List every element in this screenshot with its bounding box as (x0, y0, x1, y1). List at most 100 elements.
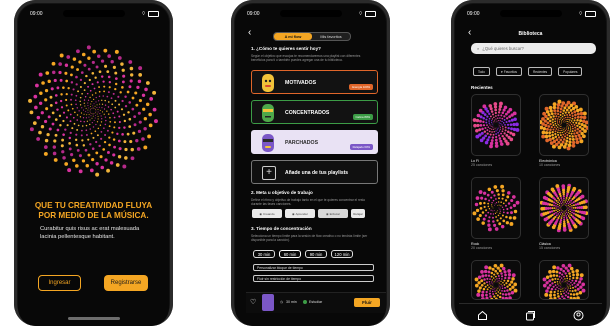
filter-todo[interactable]: Todo (473, 67, 490, 76)
home-icon[interactable] (477, 309, 489, 321)
filter-chips: Todo ♥ Favoritos Recientes Populares (473, 67, 583, 76)
parchado-face-icon (262, 134, 274, 152)
mood-parchados[interactable]: PARCHADOS Relajado 60% (251, 130, 378, 154)
welcome-screen: 09:00 ⌔ QUE TU CREATIVIDAD FLUYA POR MED… (18, 4, 169, 326)
battery-icon (585, 11, 596, 17)
mood-label: MOTIVADOS (285, 80, 317, 86)
time-option[interactable]: 30 min (253, 250, 275, 258)
profile-icon[interactable] (572, 309, 584, 321)
playlist-card-rock[interactable] (471, 177, 521, 239)
mood-label: PARCHADOS (285, 140, 319, 146)
wifi-icon: ⌔ (358, 11, 363, 17)
library-screen: 09:00 ⌔ ‹ Biblioteca ⌕ ¿Qué quieres busc… (455, 4, 606, 326)
card-count: 10 canciones (539, 163, 561, 168)
bottom-tab-bar (459, 303, 602, 326)
status-bar: 09:00 ⌔ (467, 10, 596, 18)
goal-chip-icon: ◉ (292, 211, 295, 216)
status-time: 09:00 (467, 11, 480, 17)
filter-populares[interactable]: Populares (558, 67, 583, 76)
clock-icon: ◷ (280, 300, 284, 304)
playlist-card[interactable] (539, 260, 589, 300)
time-options: 30 min 60 min 90 min 120 min (253, 250, 353, 258)
playlist-card-clasica[interactable] (539, 177, 589, 239)
electronica-artwork (540, 99, 588, 151)
status-bar: 09:00 ⌔ (30, 10, 159, 18)
goal-chip-label: Aprender (295, 211, 308, 216)
plus-icon: + (262, 166, 276, 180)
search-input[interactable]: ⌕ ¿Qué quieres buscar? (471, 43, 596, 54)
custom-time-input[interactable]: Personalizar bloque de tiempo (253, 264, 374, 271)
filter-favoritos[interactable]: ♥ Favoritos (495, 67, 522, 76)
tab-mi-flow[interactable]: A mi flow (274, 33, 312, 40)
question-2: 2. Meta u objetivo de trabajo (251, 190, 313, 195)
login-button[interactable]: Ingresar (38, 275, 81, 291)
time-option[interactable]: 120 min (331, 250, 353, 258)
playlist-card-lofi[interactable] (471, 94, 521, 156)
card-caption: Rock 20 canciones (471, 242, 492, 251)
add-playlist-label: Añade una de tus playlists (285, 170, 349, 176)
goal-chip-label: Relajar (353, 211, 363, 216)
heart-icon[interactable]: ♡ (250, 298, 256, 306)
card-caption: Clásica 15 canciones (539, 242, 560, 251)
wifi-icon: ⌔ (578, 11, 583, 17)
fluir-button[interactable]: Fluir (354, 298, 380, 307)
search-placeholder: ¿Qué quieres buscar? (482, 46, 524, 51)
goal-chip[interactable]: ◉ Aprender (285, 209, 315, 218)
playlist-card-electronica[interactable] (539, 94, 589, 156)
goal-chip-label: Enfocar (329, 211, 340, 216)
state-dot (303, 300, 307, 304)
filter-label: Favoritos (503, 69, 517, 74)
phone-flow: 09:00 ⌔ ‹ A mi flow Mis favoritos 1. ¿Có… (231, 0, 390, 326)
status-time: 09:00 (247, 11, 260, 17)
mood-concentrados[interactable]: CONCENTRADOS Calma 80% (251, 100, 378, 124)
player-artwork (262, 294, 274, 311)
playlist-artwork (542, 263, 586, 299)
mini-player[interactable]: ♡ ◷ 30 min Estudiar Fluir (246, 292, 386, 313)
playlist-card[interactable] (471, 260, 521, 300)
question-1: 1. ¿Cómo te quieres sentir hoy? (251, 46, 321, 51)
question-3: 3. Tiempo de concentración (251, 226, 312, 231)
phone-welcome: 09:00 ⌔ QUE TU CREATIVIDAD FLUYA POR MED… (14, 0, 173, 326)
flow-toggle[interactable]: A mi flow Mis favoritos (273, 32, 351, 41)
flow-screen: 09:00 ⌔ ‹ A mi flow Mis favoritos 1. ¿Có… (235, 4, 386, 326)
playlist-artwork (474, 263, 518, 299)
library-title: Biblioteca (518, 31, 543, 37)
mood-label: CONCENTRADOS (285, 110, 330, 116)
status-time: 09:00 (30, 11, 43, 17)
battery-icon (365, 11, 376, 17)
concentrado-face-icon (262, 104, 274, 122)
welcome-body: Curabitur quis risus ac erat malesuada l… (40, 226, 140, 240)
motivado-face-icon (262, 74, 274, 92)
goal-chips: ◉ Creando ◉ Aprender ◉ Enfocar Relajar (252, 209, 365, 218)
card-count: 25 canciones (471, 163, 493, 168)
question-3-desc: Selecciona un tiempo límite para la sesi… (251, 234, 368, 243)
time-option-selected[interactable]: 60 min (279, 250, 301, 258)
home-indicator (67, 317, 120, 320)
card-caption: Electrónica 10 canciones (539, 159, 560, 168)
player-state: Estudiar (309, 300, 323, 304)
add-playlist-card[interactable]: + Añade una de tus playlists (251, 160, 378, 184)
back-arrow-icon[interactable]: ‹ (248, 28, 251, 38)
filter-recientes[interactable]: Recientes (527, 67, 553, 76)
phone-library: 09:00 ⌔ ‹ Biblioteca ⌕ ¿Qué quieres busc… (451, 0, 610, 326)
section-title: Recientes (471, 85, 493, 90)
mood-tag: Calma 80% (352, 114, 373, 120)
mood-tag: Energía 100% (349, 84, 373, 90)
search-icon: ⌕ (477, 46, 480, 51)
question-2-desc: Define el ritmo y objetivo de trabajo ta… (251, 198, 366, 207)
goal-chip-icon: ◉ (326, 211, 329, 216)
library-icon[interactable] (524, 309, 536, 321)
goal-chip[interactable]: Relajar (351, 209, 365, 218)
battery-icon (148, 11, 159, 17)
goal-chip[interactable]: ◉ Enfocar (318, 209, 348, 218)
mood-motivados[interactable]: MOTIVADOS Energía 100% (251, 70, 378, 94)
card-count: 15 canciones (539, 246, 561, 251)
time-option[interactable]: 90 min (305, 250, 327, 258)
rock-artwork (472, 184, 520, 232)
heart-icon: ♥ (500, 69, 503, 74)
goal-chip-icon: ◉ (259, 211, 263, 216)
no-limit-input[interactable]: Fluir sin restricción de tiempo (253, 275, 374, 282)
goal-chip[interactable]: ◉ Creando (252, 209, 282, 218)
register-button[interactable]: Registrarse (104, 275, 148, 291)
tab-favoritos[interactable]: Mis favoritos (312, 33, 350, 40)
